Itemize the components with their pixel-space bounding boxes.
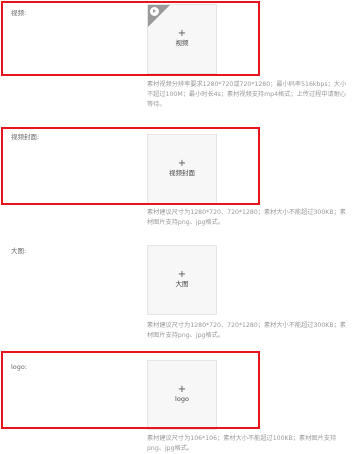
big-image-upload-content: + 大图 bbox=[148, 269, 216, 289]
plus-icon: + bbox=[177, 28, 187, 39]
video-cover-label: 视频封面: bbox=[11, 133, 40, 141]
logo-upload-text: logo bbox=[175, 395, 189, 403]
video-cover-upload-text: 视频封面 bbox=[169, 169, 195, 177]
video-upload-box[interactable]: + 视频 bbox=[147, 4, 217, 74]
video-cover-upload-box[interactable]: + 视频封面 bbox=[147, 134, 217, 204]
video-upload-text: 视频 bbox=[175, 39, 189, 47]
logo-hint: 素材建议尺寸为106*106；素材大小不能超过100KB；素材图片支持png、j… bbox=[147, 435, 337, 452]
video-cover-hint: 素材建议尺寸为1280*720、720*1280；素材大小不能超过300KB；素… bbox=[147, 209, 346, 226]
big-image-upload-text: 大图 bbox=[175, 280, 189, 288]
highlight-box-video bbox=[1, 1, 260, 76]
video-label: 视频: bbox=[11, 9, 27, 17]
video-upload-content: + 视频 bbox=[148, 28, 216, 48]
video-hint: 素材视频分辨率要求1280*720或720*1280；最小码率516kbps；大… bbox=[147, 81, 347, 108]
logo-label: logo: bbox=[11, 363, 28, 371]
highlight-box-logo bbox=[1, 351, 260, 429]
big-image-hint: 素材建议尺寸为1280*720、720*1280；素材大小不能超过300KB；素… bbox=[147, 322, 346, 339]
logo-upload-box[interactable]: + logo bbox=[147, 360, 217, 430]
play-icon bbox=[150, 7, 159, 16]
big-image-label: 大图: bbox=[11, 247, 27, 255]
big-image-upload-box[interactable]: + 大图 bbox=[147, 245, 217, 315]
logo-upload-content: + logo bbox=[148, 384, 216, 404]
plus-icon: + bbox=[177, 269, 187, 280]
video-cover-upload-content: + 视频封面 bbox=[148, 158, 216, 178]
plus-icon: + bbox=[177, 158, 187, 169]
upload-form: 视频: + 视频 素材视频分辨率要求1280*720或720*1280；最小码率… bbox=[0, 0, 354, 454]
plus-icon: + bbox=[177, 384, 187, 395]
highlight-box-video-cover bbox=[1, 127, 260, 205]
